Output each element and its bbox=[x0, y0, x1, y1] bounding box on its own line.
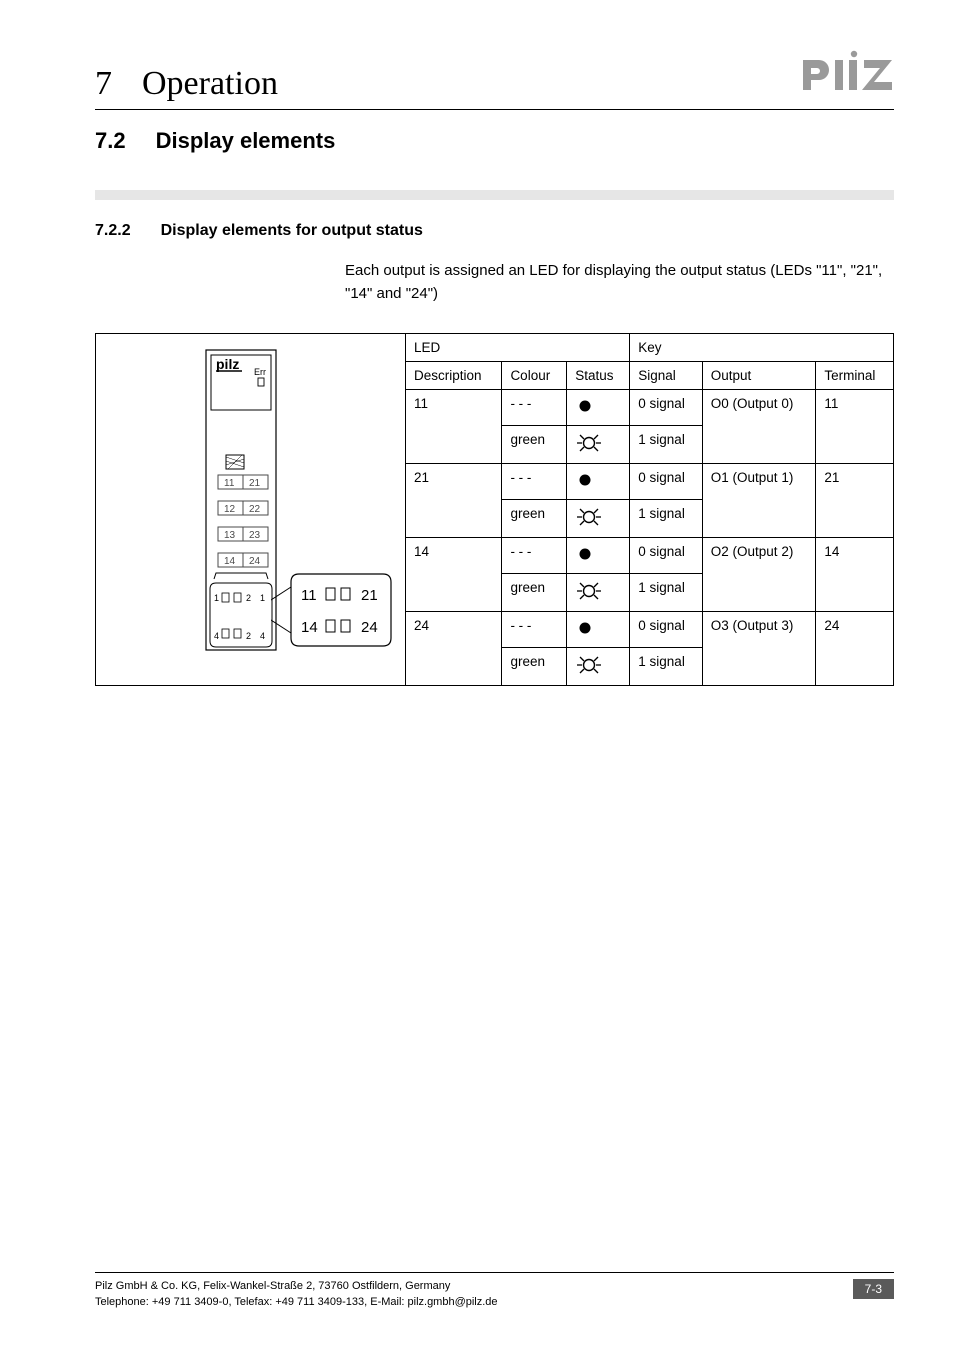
col-signal: Signal bbox=[630, 362, 703, 390]
body-paragraph: Each output is assigned an LED for displ… bbox=[345, 260, 894, 305]
led-status-table: LED Key Description Colour Status Signal… bbox=[405, 333, 894, 686]
content-row: pilz Err 1121 bbox=[95, 333, 894, 686]
svg-text:14: 14 bbox=[224, 556, 236, 567]
cell-description: 11 bbox=[406, 390, 502, 464]
key-group-header: Key bbox=[630, 334, 894, 362]
subsection-header: 7.2.2 Display elements for output status bbox=[95, 222, 894, 240]
svg-text:2: 2 bbox=[246, 593, 251, 603]
cell-output: O3 (Output 3) bbox=[702, 612, 816, 686]
svg-text:pilz: pilz bbox=[216, 356, 239, 372]
svg-text:24: 24 bbox=[361, 619, 378, 636]
led-on-icon bbox=[567, 648, 630, 686]
subsection-title: Display elements for output status bbox=[161, 222, 423, 240]
cell-terminal: 21 bbox=[816, 464, 894, 538]
led-on-icon bbox=[567, 500, 630, 538]
cell-signal: 1 signal bbox=[630, 426, 703, 464]
col-terminal: Terminal bbox=[816, 362, 894, 390]
chapter-header: 7 Operation bbox=[95, 50, 894, 103]
section-divider-band bbox=[95, 190, 894, 200]
led-group-header: LED bbox=[406, 334, 630, 362]
callout-icon: 11 21 14 24 bbox=[271, 570, 401, 650]
cell-terminal: 11 bbox=[816, 390, 894, 464]
cell-colour: - - - bbox=[502, 538, 567, 574]
svg-text:21: 21 bbox=[361, 587, 378, 604]
cell-output: O2 (Output 2) bbox=[702, 538, 816, 612]
cell-colour: green bbox=[502, 648, 567, 686]
svg-text:13: 13 bbox=[224, 530, 236, 541]
cell-output: O0 (Output 0) bbox=[702, 390, 816, 464]
cell-terminal: 24 bbox=[816, 612, 894, 686]
cell-description: 21 bbox=[406, 464, 502, 538]
cell-signal: 0 signal bbox=[630, 464, 703, 500]
svg-text:22: 22 bbox=[249, 504, 261, 515]
device-figure: pilz Err 1121 bbox=[95, 333, 405, 686]
cell-signal: 0 signal bbox=[630, 538, 703, 574]
svg-text:1: 1 bbox=[214, 593, 219, 603]
col-description: Description bbox=[406, 362, 502, 390]
col-colour: Colour bbox=[502, 362, 567, 390]
cell-colour: - - - bbox=[502, 390, 567, 426]
table-group-header-row: LED Key bbox=[406, 334, 894, 362]
divider-line bbox=[95, 109, 894, 110]
table-row: 21- - -0 signalO1 (Output 1)21 bbox=[406, 464, 894, 500]
pilz-logo-icon bbox=[799, 50, 894, 94]
col-status: Status bbox=[567, 362, 630, 390]
footer-address: Pilz GmbH & Co. KG, Felix-Wankel-Straße … bbox=[95, 1279, 498, 1294]
cell-description: 24 bbox=[406, 612, 502, 686]
section-number: 7.2 bbox=[95, 128, 126, 154]
led-off-icon bbox=[567, 538, 630, 574]
svg-text:14: 14 bbox=[301, 619, 318, 636]
led-off-icon bbox=[567, 612, 630, 648]
cell-signal: 0 signal bbox=[630, 612, 703, 648]
col-output: Output bbox=[702, 362, 816, 390]
footer-contact: Telephone: +49 711 3409-0, Telefax: +49 … bbox=[95, 1295, 498, 1310]
led-off-icon bbox=[567, 464, 630, 500]
led-on-icon bbox=[567, 426, 630, 464]
led-off-icon bbox=[567, 390, 630, 426]
table-row: 14- - -0 signalO2 (Output 2)14 bbox=[406, 538, 894, 574]
svg-text:1: 1 bbox=[260, 593, 265, 603]
svg-text:12: 12 bbox=[224, 504, 236, 515]
svg-text:4: 4 bbox=[214, 631, 219, 641]
chapter-number: 7 bbox=[95, 65, 112, 103]
cell-colour: green bbox=[502, 574, 567, 612]
cell-colour: green bbox=[502, 426, 567, 464]
page-number-badge: 7-3 bbox=[853, 1279, 894, 1299]
cell-signal: 0 signal bbox=[630, 390, 703, 426]
cell-signal: 1 signal bbox=[630, 500, 703, 538]
cell-colour: - - - bbox=[502, 612, 567, 648]
svg-text:24: 24 bbox=[249, 556, 261, 567]
cell-output: O1 (Output 1) bbox=[702, 464, 816, 538]
led-on-icon bbox=[567, 574, 630, 612]
chapter-title: Operation bbox=[142, 65, 278, 103]
cell-terminal: 14 bbox=[816, 538, 894, 612]
svg-text:Err: Err bbox=[254, 367, 266, 377]
table-header-row: Description Colour Status Signal Output … bbox=[406, 362, 894, 390]
page-footer: Pilz GmbH & Co. KG, Felix-Wankel-Straße … bbox=[95, 1264, 894, 1310]
svg-text:4: 4 bbox=[260, 631, 265, 641]
cell-description: 14 bbox=[406, 538, 502, 612]
svg-text:21: 21 bbox=[249, 478, 261, 489]
footer-divider bbox=[95, 1272, 894, 1273]
svg-text:11: 11 bbox=[224, 478, 235, 489]
cell-signal: 1 signal bbox=[630, 648, 703, 686]
section-title: Display elements bbox=[156, 128, 336, 154]
cell-signal: 1 signal bbox=[630, 574, 703, 612]
subsection-number: 7.2.2 bbox=[95, 222, 131, 240]
table-row: 24- - -0 signalO3 (Output 3)24 bbox=[406, 612, 894, 648]
cell-colour: green bbox=[502, 500, 567, 538]
svg-text:11: 11 bbox=[301, 587, 317, 604]
svg-text:23: 23 bbox=[249, 530, 261, 541]
table-row: 11- - -0 signalO0 (Output 0)11 bbox=[406, 390, 894, 426]
cell-colour: - - - bbox=[502, 464, 567, 500]
section-header: 7.2 Display elements bbox=[95, 128, 894, 154]
svg-text:2: 2 bbox=[246, 631, 251, 641]
